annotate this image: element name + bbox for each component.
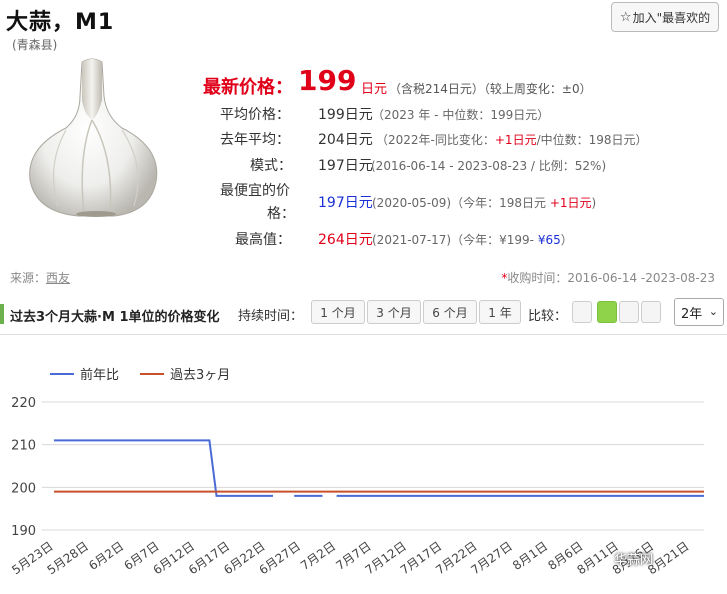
average-price-label: 平均价格： — [220, 107, 290, 123]
compare-option-4[interactable] — [641, 301, 661, 323]
garlic-product-image — [29, 58, 158, 217]
year-range-value: 2年 — [681, 306, 703, 322]
cheapest-label-line1: 最便宜的价 — [220, 183, 290, 199]
add-favorite-label: 加入"最喜欢的 — [632, 10, 711, 25]
highest-change: ¥65 — [537, 233, 561, 247]
cheapest-value: 197日元 — [318, 195, 373, 211]
add-favorite-button[interactable]: ☆ 加入"最喜欢的 — [611, 2, 719, 32]
last-year-change: +1日元 — [494, 133, 537, 147]
cheapest-change: +1日元 — [549, 196, 592, 210]
compare-option-2[interactable] — [597, 301, 617, 323]
page-title: 大蒜，M1 — [6, 10, 115, 35]
cheapest-note-b: ) — [591, 196, 597, 210]
year-range-select[interactable]: 2年 ⌄ — [674, 298, 724, 326]
collection-period-text: 收购时间：2016-06-14 -2023-08-23 — [507, 271, 715, 285]
highest-note-b: ） — [560, 233, 573, 247]
x-tick-label-9: 7月2日 — [298, 539, 338, 573]
highest-note-a: (2021-07-17)（今年：¥199- — [372, 233, 534, 247]
source-info: 来源：西友 — [10, 269, 70, 286]
chart-section-title: 过去3个月大蒜·M 1单位的价格变化 — [10, 310, 220, 325]
latest-price-note: （含税214日元）（较上周变化：±0） — [389, 82, 592, 96]
star-outline-icon: ☆ — [619, 9, 632, 25]
last-year-note-b: /中位数：198日元） — [536, 133, 648, 147]
last-year-average-note: （2022年-同比变化：+1日元/中位数：198日元） — [376, 131, 648, 148]
y-tick-label-200: 200 — [11, 481, 36, 496]
legend-label-2[interactable]: 過去3ヶ月 — [170, 368, 230, 383]
highest-note: (2021-07-17)（今年：¥199- ¥65） — [372, 231, 573, 248]
compare-label: 比较： — [528, 309, 568, 324]
latest-price-unit: 日元 — [361, 82, 388, 97]
highest-value: 264日元 — [318, 232, 373, 248]
duration-label: 持续时间： — [238, 309, 304, 324]
average-price-note: （2023 年 - 中位数：199日元） — [372, 108, 550, 122]
last-year-average-value: 204日元 — [318, 132, 373, 148]
duration-6-month-button[interactable]: 6 个月 — [423, 300, 477, 324]
average-price-value: 199日元 — [318, 107, 373, 123]
source-link[interactable]: 西友 — [46, 271, 70, 285]
cheapest-note: (2020-05-09)（今年：198日元 +1日元) — [372, 194, 596, 211]
x-tick-label-15: 8月1日 — [510, 539, 550, 573]
latest-price-label: 最新价格： — [203, 77, 293, 98]
mode-label: 模式： — [250, 158, 292, 174]
cheapest-label-line2: 格： — [267, 206, 295, 222]
last-year-note-a: （2022年-同比变化： — [376, 133, 495, 147]
collection-period: *收购时间：2016-06-14 -2023-08-23 — [501, 269, 715, 286]
watermark-text: 华蒜网 — [614, 553, 654, 568]
y-tick-label-210: 210 — [11, 439, 36, 454]
highest-label: 最高值： — [235, 232, 291, 248]
x-tick-label-3: 6月2日 — [86, 539, 126, 573]
compare-option-1[interactable] — [572, 301, 592, 323]
duration-3-month-button[interactable]: 3 个月 — [367, 300, 421, 324]
cheapest-note-a: (2020-05-09)（今年：198日元 — [372, 196, 547, 210]
y-tick-label-220: 220 — [11, 396, 36, 411]
chevron-down-icon: ⌄ — [708, 305, 718, 318]
duration-1-year-button[interactable]: 1 年 — [479, 300, 521, 324]
last-year-average-label: 去年平均： — [220, 132, 290, 148]
duration-1-month-button[interactable]: 1 个月 — [311, 300, 365, 324]
mode-note: (2016-06-14 - 2023-08-23 / 比例：52%) — [371, 159, 607, 173]
prefecture-subtitle: (青森县) — [12, 38, 58, 52]
mode-value: 197日元 — [318, 158, 373, 174]
compare-option-3[interactable] — [619, 301, 639, 323]
latest-price-value: 199 — [298, 64, 357, 97]
section-accent-bar — [0, 304, 4, 324]
legend-label-1[interactable]: 前年比 — [80, 367, 119, 383]
y-tick-label-190: 190 — [11, 524, 36, 539]
source-label: 来源： — [10, 271, 47, 285]
